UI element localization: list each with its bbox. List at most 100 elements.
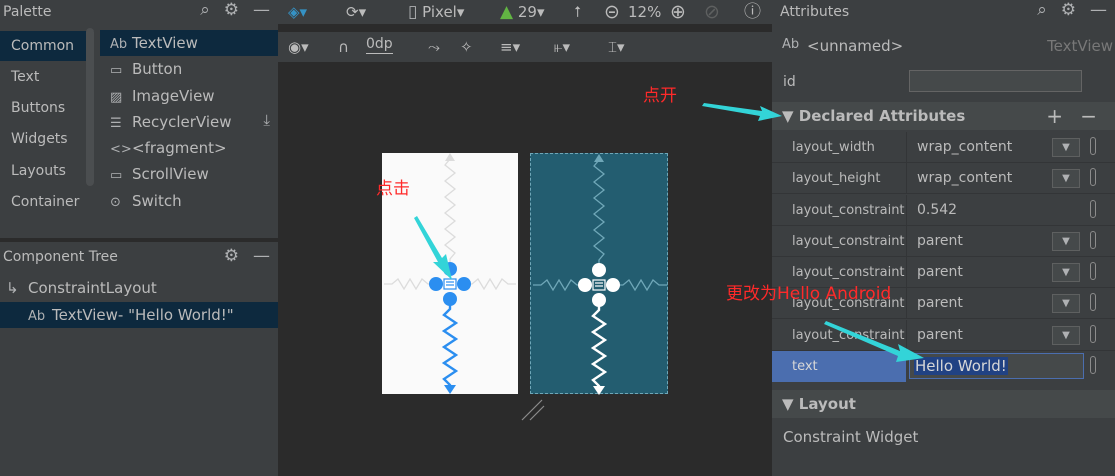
attributes-title: Attributes <box>780 4 850 20</box>
tree-item-label: TextView- "Hello World!" <box>52 306 234 324</box>
image-icon: ▨ <box>110 90 123 105</box>
widget-label: Switch <box>132 192 182 210</box>
search-icon[interactable]: ⌕ <box>1037 2 1047 19</box>
attribute-value[interactable]: parent <box>917 226 963 257</box>
minimize-icon[interactable]: — <box>253 248 270 265</box>
switch-icon: ⊙ <box>110 195 121 210</box>
widget-fragment[interactable]: <><fragment> <box>100 135 278 161</box>
component-name: <unnamed> <box>807 37 904 55</box>
zoom-fit-icon[interactable]: ⊘ <box>704 0 720 24</box>
dropdown-arrow-icon[interactable]: ▼ <box>1052 138 1080 157</box>
gear-icon[interactable]: ⚙ <box>1061 2 1076 19</box>
search-icon[interactable]: ⌕ <box>200 2 210 19</box>
widget-label: TextView <box>132 34 198 52</box>
textview-icon: Ab <box>782 37 800 52</box>
attribute-row[interactable]: layout_height wrap_content ▼ <box>772 163 1115 194</box>
widget-scrollview[interactable]: ▭ ScrollView <box>100 161 278 187</box>
clear-constraints-icon[interactable]: ⤳ <box>428 35 440 59</box>
attribute-value[interactable]: 0.542 <box>917 195 957 226</box>
download-icon[interactable]: ⤓ <box>263 113 270 128</box>
scroll-icon: ▭ <box>110 168 123 183</box>
attribute-value[interactable]: wrap_content <box>917 132 1012 163</box>
pin-icon[interactable] <box>1090 356 1096 374</box>
button-icon: ▭ <box>110 63 123 78</box>
attribute-name: layout_constraint <box>792 234 905 249</box>
palette-category-layouts[interactable]: Layouts <box>0 156 94 186</box>
attribute-row[interactable]: layout_constraint parent ▼ <box>772 320 1115 351</box>
widget-switch[interactable]: ⊙ Switch <box>100 188 278 214</box>
declared-attributes-section[interactable]: ▼ Declared Attributes + − <box>772 102 1115 130</box>
palette-category-container[interactable]: Container <box>0 187 94 217</box>
api-selector[interactable]: ▲ 29▾ <box>500 0 544 24</box>
gear-icon[interactable]: ⚙ <box>224 248 239 265</box>
widget-recyclerview[interactable]: ☰ RecyclerView ⤓ <box>100 109 278 135</box>
pin-icon[interactable] <box>1090 262 1096 280</box>
annotation-expand: 点开 <box>643 86 677 106</box>
dropdown-arrow-icon[interactable]: ▼ <box>1052 263 1080 282</box>
attribute-name: layout_width <box>792 140 875 155</box>
palette-category-common[interactable]: Common <box>0 31 94 61</box>
layers-icon[interactable]: ◈▾ <box>288 0 307 24</box>
pin-icon[interactable] <box>1090 200 1096 218</box>
widget-button[interactable]: ▭ Button <box>100 56 278 82</box>
palette-panel: Palette ⌕ ⚙ — Common Text Buttons Widget… <box>0 0 278 238</box>
code-icon: <> <box>110 142 132 157</box>
palette-category-buttons[interactable]: Buttons <box>0 93 94 123</box>
blueprint-surface[interactable] <box>530 153 668 395</box>
zoom-out-icon[interactable]: ⊝ <box>604 0 620 24</box>
pin-icon[interactable] <box>1090 168 1096 186</box>
palette-category-widgets[interactable]: Widgets <box>0 124 94 154</box>
zoom-level: 12% <box>628 3 662 21</box>
attribute-value[interactable]: parent <box>917 257 963 288</box>
gear-icon[interactable]: ⚙ <box>224 2 239 19</box>
pack-icon[interactable]: ≡▾ <box>500 35 520 59</box>
attribute-value[interactable]: parent <box>917 288 963 319</box>
phone-icon: ▯ <box>408 2 418 22</box>
pin-icon[interactable] <box>1090 137 1096 155</box>
attribute-row[interactable]: layout_constraint parent ▼ <box>772 226 1115 257</box>
resize-handle-icon[interactable] <box>520 398 546 422</box>
guidelines-icon[interactable]: ⌶▾ <box>608 35 625 59</box>
pin-icon[interactable] <box>1090 231 1096 249</box>
rotate-icon[interactable]: ⟳▾ <box>346 0 366 24</box>
tree-item-constraintlayout[interactable]: ↳ ConstraintLayout <box>0 275 278 301</box>
warning-icon[interactable]: ⓘ <box>744 0 761 24</box>
text-input[interactable]: Hello World! <box>909 353 1084 379</box>
palette-category-text[interactable]: Text <box>0 62 94 92</box>
annotation-change: 更改为Hello Android <box>726 284 892 304</box>
eye-icon[interactable]: ◉▾ <box>288 35 309 59</box>
palette-scrollbar[interactable] <box>86 28 94 186</box>
dropdown-arrow-icon[interactable]: ▼ <box>1052 169 1080 188</box>
id-input[interactable] <box>909 70 1082 92</box>
minimize-icon[interactable]: — <box>253 2 270 19</box>
attribute-value[interactable]: parent <box>917 320 963 351</box>
device-selector[interactable]: ▯ Pixel▾ <box>408 0 464 24</box>
default-margin[interactable]: 0dp <box>366 35 393 54</box>
layout-section[interactable]: ▼ Layout <box>772 390 1115 418</box>
tree-item-textview[interactable]: Ab TextView- "Hello World!" <box>0 302 278 328</box>
attribute-value[interactable]: wrap_content <box>917 163 1012 194</box>
pin-icon[interactable] <box>1090 293 1096 311</box>
dropdown-arrow-icon[interactable]: ▼ <box>1052 294 1080 313</box>
attribute-row[interactable]: layout_constraint 0.542 <box>772 195 1115 226</box>
widget-label: <fragment> <box>132 139 227 157</box>
text-attribute-row[interactable]: text Hello World! <box>772 351 1115 382</box>
locale-icon[interactable]: ⭡ <box>574 0 581 24</box>
widget-textview[interactable]: Ab TextView <box>100 30 278 56</box>
zoom-in-icon[interactable]: ⊕ <box>670 0 686 24</box>
add-attribute-icon[interactable]: + <box>1046 102 1063 130</box>
declared-attributes-title: Declared Attributes <box>798 107 966 125</box>
remove-attribute-icon[interactable]: − <box>1080 102 1097 130</box>
dropdown-arrow-icon[interactable]: ▼ <box>1052 326 1080 345</box>
pin-icon[interactable] <box>1090 325 1096 343</box>
widget-imageview[interactable]: ▨ ImageView <box>100 83 278 109</box>
magnet-icon[interactable]: ∩ <box>338 35 349 59</box>
align-icon[interactable]: ⫦▾ <box>554 35 570 59</box>
textview-icon: Ab <box>110 37 128 52</box>
device-label: Pixel <box>422 3 457 21</box>
magic-wand-icon[interactable]: ✧ <box>460 35 473 59</box>
attribute-name: layout_constraint <box>792 328 905 343</box>
attribute-row[interactable]: layout_width wrap_content ▼ <box>772 132 1115 163</box>
minimize-icon[interactable]: — <box>1090 2 1107 19</box>
dropdown-arrow-icon[interactable]: ▼ <box>1052 232 1080 251</box>
